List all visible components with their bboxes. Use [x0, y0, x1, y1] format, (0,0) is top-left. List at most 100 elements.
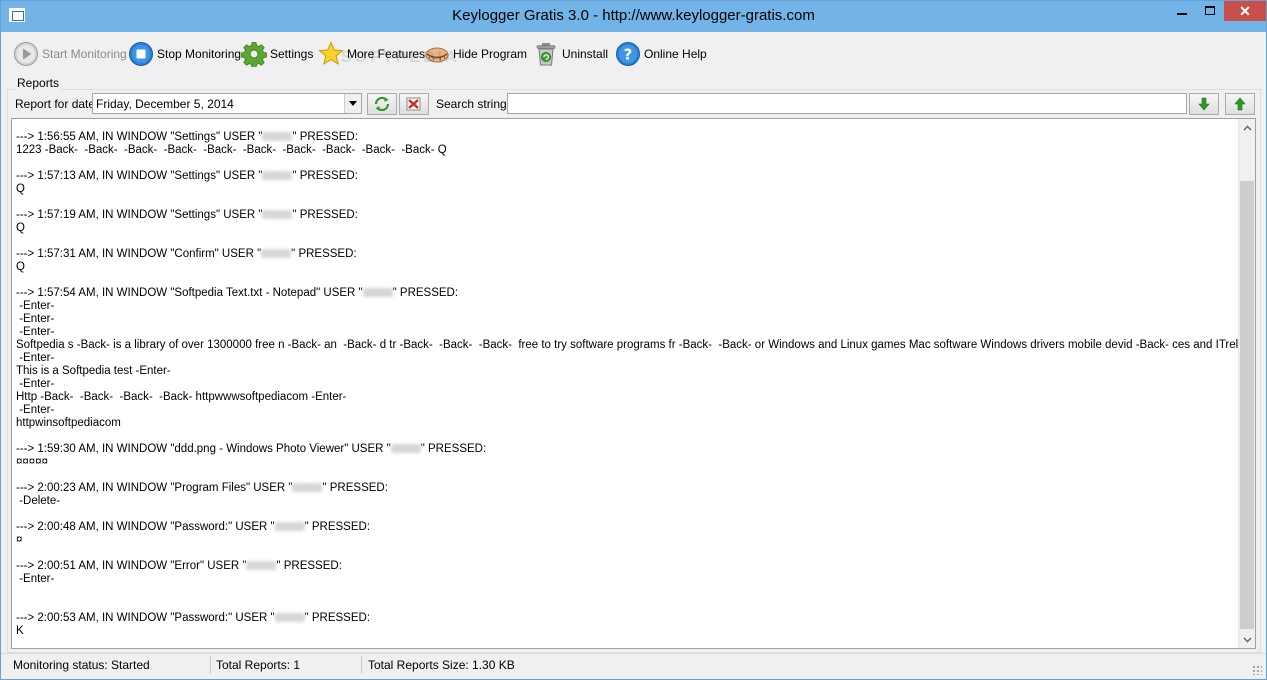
log-keystroke-line: -Enter-: [16, 573, 55, 585]
scroll-thumb[interactable]: [1240, 181, 1254, 629]
report-log-content: ---> 1:56:55 AM, IN WINDOW "Settings" US…: [16, 131, 1255, 648]
log-keystroke-line: Q: [16, 261, 25, 273]
log-keystroke-line: -Enter-: [16, 326, 55, 338]
log-entry-header: ---> 2:00:51 AM, IN WINDOW "Error" USER …: [16, 560, 1238, 573]
search-next-button[interactable]: [1189, 93, 1219, 115]
help-icon: ?: [616, 42, 640, 66]
log-keystroke-line: K: [16, 625, 24, 637]
report-date-select[interactable]: Friday, December 5, 2014: [92, 93, 362, 114]
chevron-down-icon[interactable]: [344, 94, 361, 113]
log-entry-header: ---> 1:57:31 AM, IN WINDOW "Confirm" USE…: [16, 248, 1238, 261]
log-keystroke-line: httpwinsoftpediacom: [16, 417, 121, 429]
arrow-up-icon: [1234, 97, 1246, 111]
log-entry-header-text: ---> 1:57:13 AM, IN WINDOW "Settings" US…: [16, 170, 263, 182]
redacted-username: [246, 561, 277, 571]
close-button[interactable]: ✕: [1224, 1, 1266, 21]
resize-grip[interactable]: [1252, 665, 1262, 675]
settings-label: Settings: [270, 47, 314, 61]
delete-report-button[interactable]: [399, 93, 429, 115]
log-keystroke-line: -Enter-: [16, 313, 55, 325]
play-icon: [14, 42, 38, 66]
minimize-button[interactable]: [1168, 1, 1196, 21]
total-reports-size: Total Reports Size: 1.30 KB: [361, 656, 761, 674]
log-keystroke-line: This is a Softpedia test -Enter-: [16, 365, 171, 377]
log-entry-header-suffix: " PRESSED:: [392, 287, 459, 299]
stop-monitoring-label: Stop Monitoring: [157, 47, 242, 61]
minimize-icon: [1177, 13, 1187, 15]
log-entry-header-suffix: " PRESSED:: [304, 521, 371, 533]
log-keystroke-line: -Delete-: [16, 495, 61, 507]
redacted-username: [274, 522, 305, 532]
refresh-icon: [374, 96, 390, 112]
redacted-username: [362, 288, 393, 298]
title-bar[interactable]: Keylogger Gratis 3.0 - http://www.keylog…: [1, 1, 1266, 32]
settings-button[interactable]: Settings: [241, 39, 313, 69]
refresh-button[interactable]: [367, 93, 397, 115]
log-keystroke-line: Http -Back- -Back- -Back- -Back- httpwww…: [16, 391, 347, 403]
app-window: Keylogger Gratis 3.0 - http://www.keylog…: [0, 0, 1267, 680]
monitoring-status: Monitoring status: Started: [13, 658, 150, 672]
uninstall-button[interactable]: Uninstall: [533, 39, 608, 69]
redacted-username: [262, 171, 293, 181]
start-monitoring-button[interactable]: Start Monitoring: [13, 39, 127, 69]
start-monitoring-label: Start Monitoring: [42, 47, 127, 61]
total-reports: Total Reports: 1: [210, 656, 360, 674]
softpedia-watermark: SOFTPEDIA: [341, 49, 460, 66]
search-input[interactable]: [507, 93, 1187, 114]
log-entry-header-suffix: " PRESSED:: [292, 209, 358, 221]
gear-icon: [241, 42, 267, 67]
status-bar: Monitoring status: Started Total Reports…: [1, 653, 1266, 679]
log-entry-header-suffix: " PRESSED:: [292, 131, 358, 143]
log-entry-header-suffix: " PRESSED:: [304, 612, 371, 624]
report-date-label: Report for date:: [15, 97, 99, 111]
log-entry: ---> 1:59:30 AM, IN WINDOW "ddd.png - Wi…: [16, 443, 1238, 469]
uninstall-label: Uninstall: [562, 47, 609, 61]
log-keystroke-line: -Enter-: [16, 404, 55, 416]
log-entry-header-text: ---> 1:56:55 AM, IN WINDOW "Settings" US…: [16, 131, 263, 143]
redacted-username: [261, 249, 292, 259]
redacted-username: [274, 613, 305, 623]
log-entry-header-text: ---> 1:57:19 AM, IN WINDOW "Settings" US…: [16, 209, 263, 221]
online-help-label: Online Help: [644, 47, 707, 61]
log-entry-header: ---> 1:57:19 AM, IN WINDOW "Settings" US…: [16, 209, 1238, 222]
reports-group-label: Reports: [15, 76, 62, 90]
log-keystroke-line: ¤: [16, 534, 23, 546]
log-entry-header-text: ---> 1:57:54 AM, IN WINDOW "Softpedia Te…: [16, 287, 363, 299]
log-entry-header: ---> 1:56:55 AM, IN WINDOW "Settings" US…: [16, 131, 1238, 144]
online-help-button[interactable]: ? Online Help: [615, 39, 707, 69]
log-keystroke-line: ¤¤¤¤¤: [16, 456, 48, 468]
log-entry: ---> 1:57:13 AM, IN WINDOW "Settings" US…: [16, 170, 1238, 196]
log-entry-header-text: ---> 2:00:23 AM, IN WINDOW "Program File…: [16, 482, 293, 494]
log-entry-header-suffix: " PRESSED:: [291, 248, 357, 260]
log-entry: ---> 2:00:48 AM, IN WINDOW "Password:" U…: [16, 521, 1238, 547]
log-entry: ---> 1:57:31 AM, IN WINDOW "Confirm" USE…: [16, 248, 1238, 274]
log-entry-header: ---> 2:00:23 AM, IN WINDOW "Program File…: [16, 482, 1238, 495]
trash-icon: [536, 43, 556, 66]
report-log[interactable]: ---> 1:56:55 AM, IN WINDOW "Settings" US…: [11, 118, 1256, 649]
scroll-up-button[interactable]: [1239, 119, 1255, 136]
log-entry-header: ---> 1:57:13 AM, IN WINDOW "Settings" US…: [16, 170, 1238, 183]
log-entry: ---> 2:00:53 AM, IN WINDOW "Password:" U…: [16, 612, 1238, 638]
log-entry: ---> 1:56:55 AM, IN WINDOW "Settings" US…: [16, 131, 1238, 157]
search-previous-button[interactable]: [1225, 93, 1255, 115]
log-entry-header-suffix: " PRESSED:: [420, 443, 487, 455]
log-entry-header-text: ---> 1:57:31 AM, IN WINDOW "Confirm" USE…: [16, 248, 262, 260]
stop-monitoring-button[interactable]: Stop Monitoring: [128, 39, 241, 69]
maximize-icon: [1205, 6, 1215, 15]
log-entry: ---> 2:00:23 AM, IN WINDOW "Program File…: [16, 482, 1238, 508]
maximize-button[interactable]: [1197, 1, 1224, 21]
log-entry-header-text: ---> 2:00:51 AM, IN WINDOW "Error" USER …: [16, 560, 247, 572]
log-entry-header-suffix: " PRESSED:: [292, 170, 358, 182]
delete-icon: [406, 97, 421, 111]
log-entry-header: ---> 1:59:30 AM, IN WINDOW "ddd.png - Wi…: [16, 443, 1238, 456]
log-entry-header-suffix: " PRESSED:: [276, 560, 342, 572]
vertical-scrollbar[interactable]: [1238, 119, 1255, 648]
redacted-username: [262, 210, 293, 220]
log-entry: ---> 1:57:19 AM, IN WINDOW "Settings" US…: [16, 209, 1238, 235]
log-keystroke-line: -Enter-: [16, 378, 55, 390]
log-keystroke-line: -Enter-: [16, 300, 55, 312]
stop-icon: [129, 42, 153, 66]
redacted-username: [390, 444, 421, 454]
scroll-down-button[interactable]: [1239, 631, 1255, 648]
log-entry: ---> 1:57:54 AM, IN WINDOW "Softpedia Te…: [16, 287, 1255, 430]
